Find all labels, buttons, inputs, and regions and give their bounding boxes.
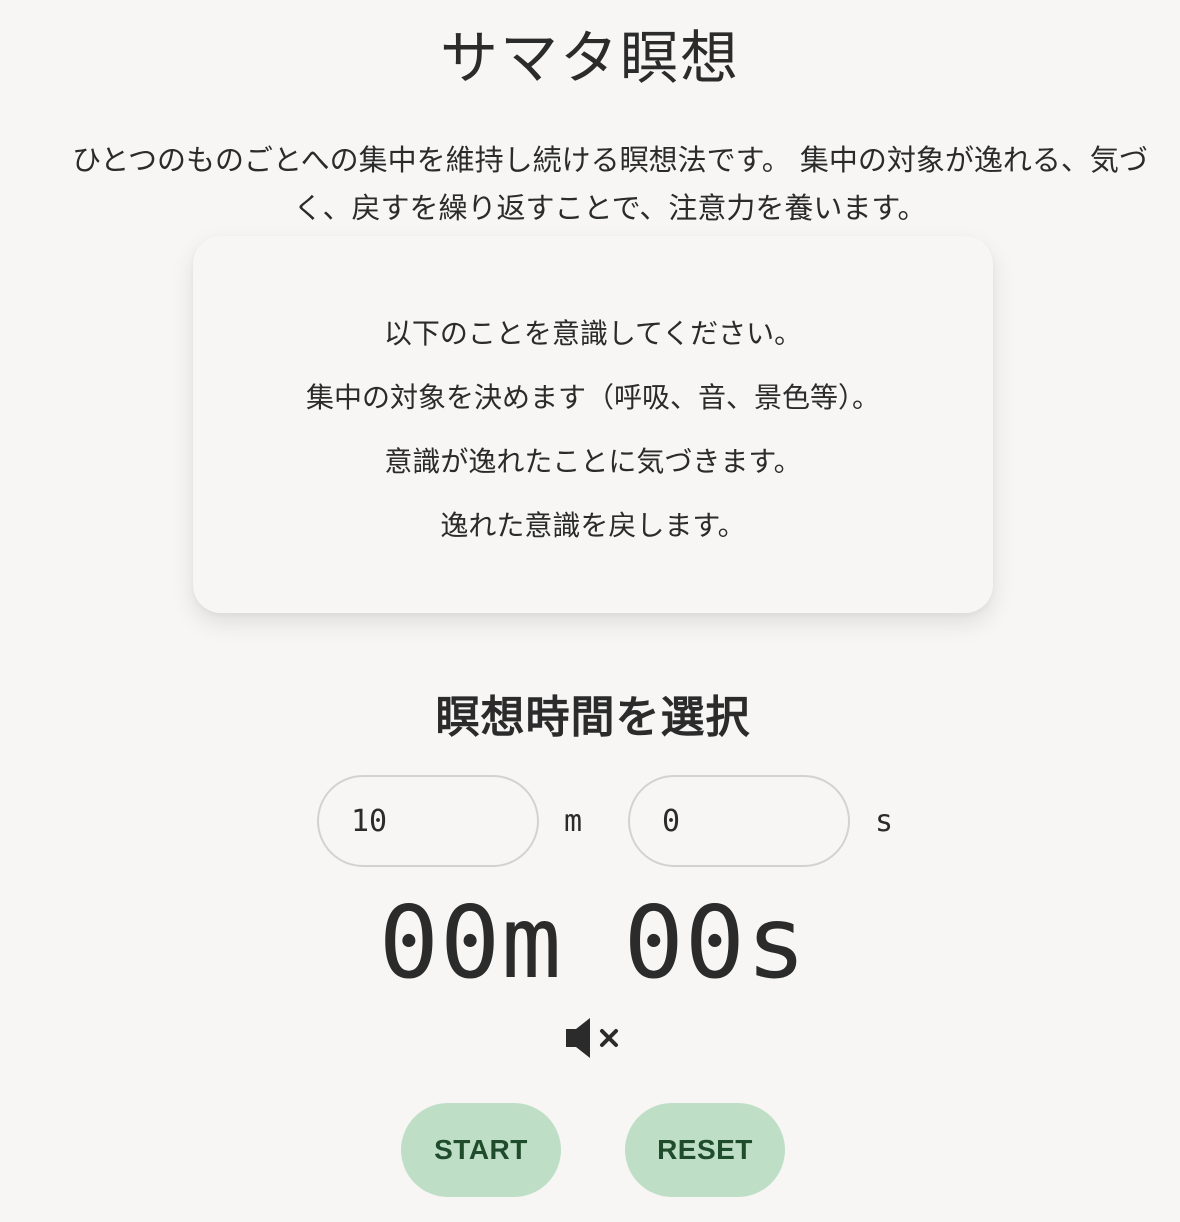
page-description: ひとつのものごとへの集中を維持し続ける瞑想法です。 集中の対象が逸れる、気づく、…	[72, 143, 1148, 225]
instruction-line: 以下のことを意識してください。	[383, 317, 803, 350]
minutes-input[interactable]	[317, 775, 539, 867]
seconds-input[interactable]	[628, 775, 850, 867]
speaker-muted-icon	[566, 1018, 618, 1058]
timer-display: 00m 00s	[378, 884, 808, 1001]
minutes-unit-label: m	[564, 804, 583, 839]
page-title: サマタ瞑想	[439, 24, 740, 92]
instruction-line: 集中の対象を決めます（呼吸、音、景色等）。	[305, 381, 880, 414]
instruction-line: 意識が逸れたことに気づきます。	[384, 445, 802, 478]
reset-button[interactable]: RESET	[625, 1103, 785, 1197]
seconds-unit-label: s	[875, 804, 894, 839]
instructions-card: 以下のことを意識してください。 集中の対象を決めます（呼吸、音、景色等）。 意識…	[193, 236, 993, 613]
start-button[interactable]: START	[401, 1103, 561, 1197]
mute-toggle[interactable]	[564, 1014, 624, 1062]
instruction-line: 逸れた意識を戻します。	[440, 509, 746, 542]
duration-heading: 瞑想時間を選択	[435, 692, 751, 743]
meditation-page: サマタ瞑想 ひとつのものごとへの集中を維持し続ける瞑想法です。 集中の対象が逸れ…	[0, 0, 1180, 1222]
